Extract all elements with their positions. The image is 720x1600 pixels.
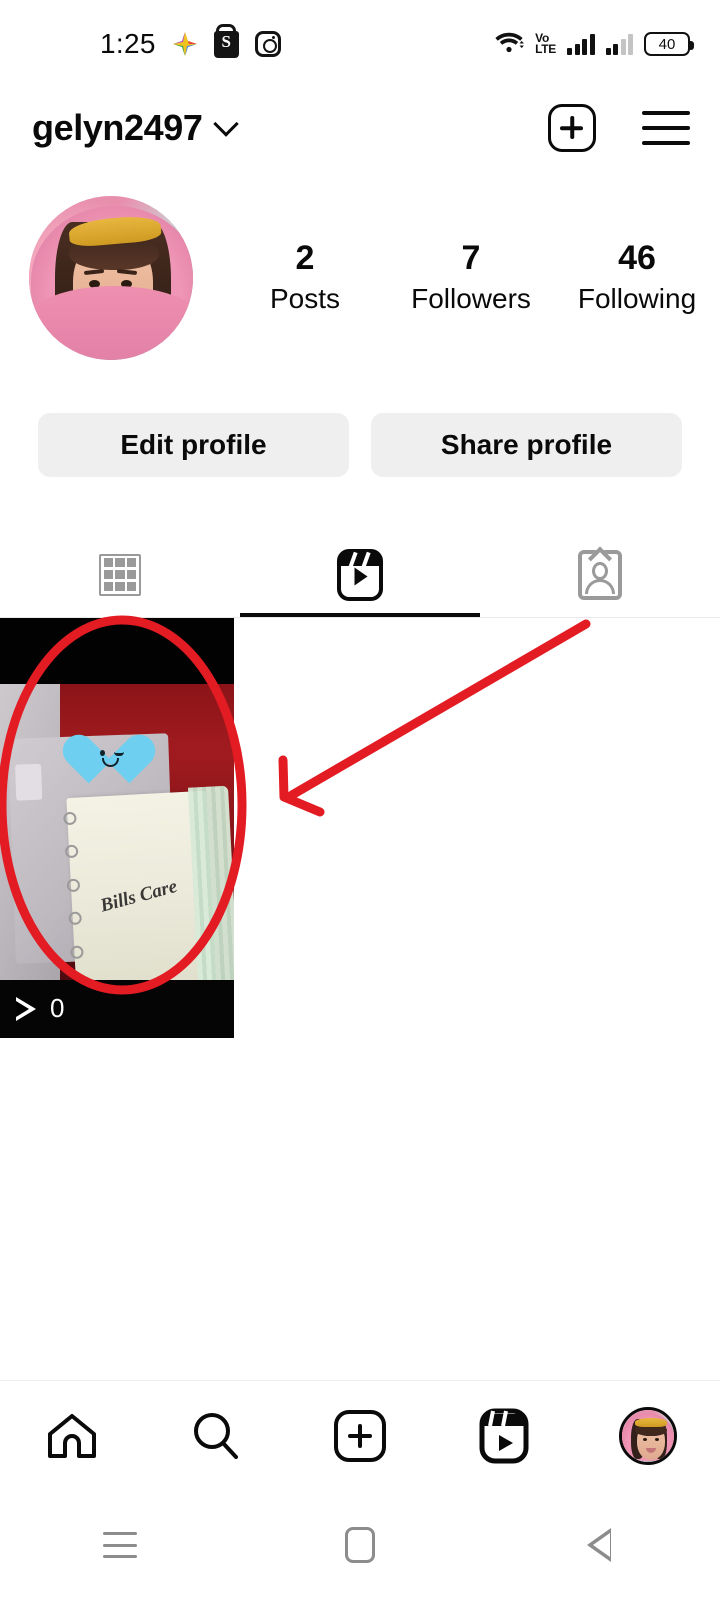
chevron-down-icon [212, 111, 239, 137]
play-triangle-icon [16, 996, 38, 1021]
instagram-profile-screen: 1:25 S Vo LTE 40 gelyn2497 2 Posts 7 Fol… [0, 0, 720, 1600]
home-square-icon [345, 1527, 375, 1563]
profile-avatar[interactable] [29, 196, 193, 360]
status-bar-clock: 1:25 [100, 28, 156, 59]
nav-home[interactable] [0, 1412, 144, 1460]
reel-scene: Bills Care [0, 684, 234, 1013]
nav-create[interactable] [288, 1409, 432, 1462]
android-back-button[interactable] [480, 1528, 720, 1562]
followers-label: Followers [411, 283, 531, 315]
stat-following[interactable]: 46 Following [554, 238, 720, 320]
username-label: gelyn2497 [32, 107, 203, 148]
avatar-container[interactable] [0, 190, 222, 360]
battery-percent-label: 40 [658, 35, 676, 53]
signal-bars-sim1 [567, 33, 595, 55]
posts-count: 2 [295, 239, 315, 277]
sparkle-icon [172, 31, 198, 57]
following-count: 46 [618, 239, 656, 277]
tab-reels[interactable] [240, 532, 480, 617]
nav-profile[interactable] [576, 1406, 720, 1465]
reel-play-count: 0 [16, 993, 64, 1024]
username-dropdown[interactable]: gelyn2497 [32, 107, 239, 149]
profile-avatar-icon [619, 1406, 677, 1465]
stat-followers[interactable]: 7 Followers [388, 238, 554, 320]
profile-stats: 2 Posts 7 Followers 46 Following [222, 190, 720, 320]
profile-header: gelyn2497 [0, 88, 720, 168]
reel-thumbnail[interactable]: Bills Care 0 [0, 618, 234, 1038]
profile-summary: 2 Posts 7 Followers 46 Following [0, 190, 720, 390]
edit-profile-button[interactable]: Edit profile [38, 413, 349, 477]
status-bar: 1:25 S Vo LTE 40 [0, 0, 720, 88]
tagged-person-icon [578, 549, 622, 600]
profile-tabs [0, 532, 720, 618]
add-new-button[interactable] [548, 104, 596, 152]
reels-grid: Bills Care 0 [0, 618, 720, 1038]
back-triangle-icon [587, 1528, 613, 1562]
stat-posts[interactable]: 2 Posts [222, 238, 388, 320]
following-label: Following [577, 283, 697, 315]
android-navigation-bar [0, 1490, 720, 1600]
bottom-navigation-bar [0, 1380, 720, 1490]
blue-heart-emoji-sticker [56, 726, 162, 784]
nav-search[interactable] [144, 1410, 288, 1462]
volte-indicator: Vo LTE [535, 31, 556, 56]
android-recents-button[interactable] [0, 1532, 240, 1558]
share-profile-button[interactable]: Share profile [371, 413, 682, 477]
home-icon [46, 1412, 98, 1460]
reel-handwriting: Bills Care [98, 875, 180, 917]
android-home-button[interactable] [240, 1527, 480, 1563]
reels-icon [479, 1408, 529, 1464]
plus-square-icon [334, 1409, 386, 1462]
profile-action-buttons: Edit profile Share profile [0, 413, 720, 477]
nav-reels[interactable] [432, 1408, 576, 1464]
search-icon [190, 1410, 242, 1462]
followers-count: 7 [461, 239, 481, 277]
wifi-icon [494, 30, 525, 59]
tab-tagged[interactable] [480, 532, 720, 617]
status-bar-left: 1:25 [100, 28, 281, 60]
shopee-icon [213, 30, 239, 58]
hamburger-menu-button[interactable] [642, 111, 690, 145]
posts-label: Posts [269, 283, 341, 315]
recents-icon [103, 1532, 137, 1558]
grid-icon [99, 553, 141, 596]
instagram-icon [254, 31, 281, 57]
reels-icon [337, 548, 383, 601]
header-actions [548, 104, 690, 152]
signal-bars-sim2 [605, 33, 633, 55]
battery-indicator: 40 [644, 32, 694, 56]
status-bar-right: Vo LTE 40 [494, 30, 694, 59]
tab-grid[interactable] [0, 532, 240, 617]
play-count-label: 0 [50, 993, 65, 1023]
active-tab-indicator [240, 613, 480, 617]
reel-letterbox-top [0, 618, 234, 684]
